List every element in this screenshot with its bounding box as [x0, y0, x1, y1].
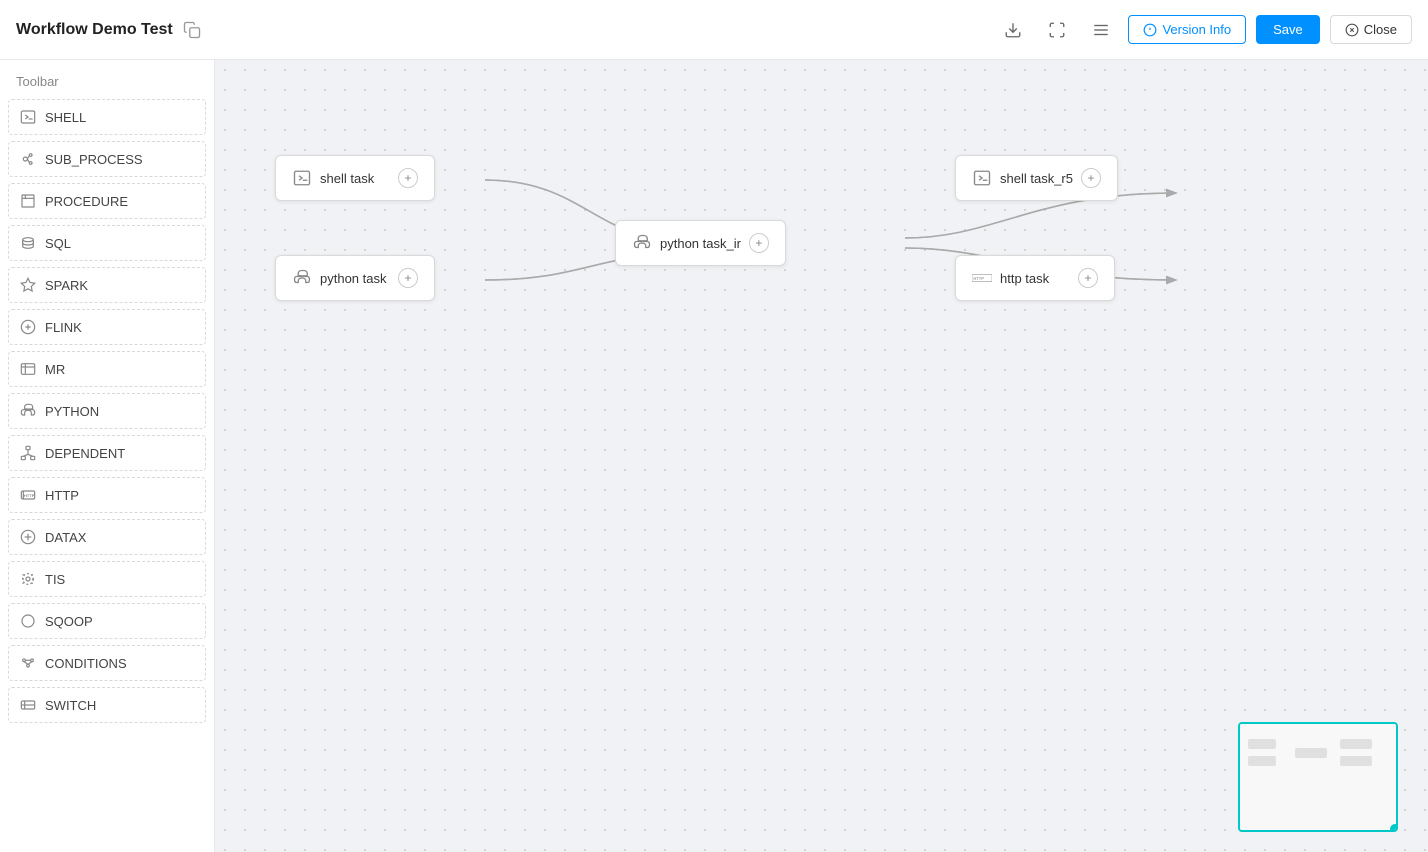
- version-info-button[interactable]: Version Info: [1128, 15, 1246, 44]
- download-button[interactable]: [996, 17, 1030, 43]
- sidebar-item-tis[interactable]: TIS: [8, 561, 206, 597]
- node-python-task[interactable]: python task +: [275, 255, 435, 301]
- sidebar-item-label-spark: SPARK: [45, 278, 88, 293]
- sqoop-icon: [19, 612, 37, 630]
- shell-task-r5-label: shell task_r5: [1000, 171, 1073, 186]
- workflow-title: Workflow Demo Test: [16, 21, 173, 39]
- tis-icon: [19, 570, 37, 588]
- sidebar-item-dependent[interactable]: DEPENDENT: [8, 435, 206, 471]
- sidebar-item-label-subprocess: SUB_PROCESS: [45, 152, 143, 167]
- sidebar-item-switch[interactable]: SWITCH: [8, 687, 206, 723]
- sidebar-item-http[interactable]: HTTP HTTP: [8, 477, 206, 513]
- sidebar-item-label-http: HTTP: [45, 488, 79, 503]
- header-left: Workflow Demo Test: [16, 21, 201, 39]
- sidebar-item-label-sql: SQL: [45, 236, 71, 251]
- sidebar-title: Toolbar: [8, 70, 206, 99]
- sidebar-item-label-dependent: DEPENDENT: [45, 446, 125, 461]
- python-task-icon: [292, 268, 312, 288]
- sidebar-item-label-python: PYTHON: [45, 404, 99, 419]
- node-python-task-ir[interactable]: python task_ir +: [615, 220, 786, 266]
- settings-button[interactable]: [1084, 17, 1118, 43]
- dependent-icon: [19, 444, 37, 462]
- conditions-icon: [19, 654, 37, 672]
- shell-task-add-btn[interactable]: +: [398, 168, 418, 188]
- python-icon: [19, 402, 37, 420]
- sidebar-item-conditions[interactable]: CONDITIONS: [8, 645, 206, 681]
- fullscreen-button[interactable]: [1040, 17, 1074, 43]
- svg-text:HTTP: HTTP: [973, 276, 984, 281]
- sidebar-item-label-procedure: PROCEDURE: [45, 194, 128, 209]
- sidebar-item-procedure[interactable]: PROCEDURE: [8, 183, 206, 219]
- http-task-label: http task: [1000, 271, 1070, 286]
- close-button[interactable]: Close: [1330, 15, 1412, 44]
- sidebar-item-python[interactable]: PYTHON: [8, 393, 206, 429]
- sidebar-item-mr[interactable]: MR: [8, 351, 206, 387]
- sidebar-item-sql[interactable]: SQL: [8, 225, 206, 261]
- sidebar-item-shell[interactable]: SHELL: [8, 99, 206, 135]
- header-right: Version Info Save Close: [996, 15, 1412, 44]
- flink-icon: [19, 318, 37, 336]
- sidebar-item-label-datax: DATAX: [45, 530, 86, 545]
- shell-task-r5-icon: [972, 168, 992, 188]
- sidebar-item-label-shell: SHELL: [45, 110, 86, 125]
- sidebar-item-label-mr: MR: [45, 362, 65, 377]
- header: Workflow Demo Test: [0, 0, 1428, 60]
- shell-task-label: shell task: [320, 171, 390, 186]
- python-task-label: python task: [320, 271, 390, 286]
- minimap: [1238, 722, 1398, 832]
- switch-icon: [19, 696, 37, 714]
- datax-icon: [19, 528, 37, 546]
- python-task-ir-add-btn[interactable]: +: [749, 233, 769, 253]
- sidebar: Toolbar SHELL SUB_PROCESS PROCEDURE: [0, 60, 215, 852]
- node-shell-task[interactable]: shell task +: [275, 155, 435, 201]
- sidebar-item-label-flink: FLINK: [45, 320, 82, 335]
- python-task-add-btn[interactable]: +: [398, 268, 418, 288]
- sidebar-item-flink[interactable]: FLINK: [8, 309, 206, 345]
- shell-task-icon: [292, 168, 312, 188]
- sidebar-item-label-tis: TIS: [45, 572, 65, 587]
- sidebar-item-spark[interactable]: SPARK: [8, 267, 206, 303]
- http-icon: HTTP: [19, 486, 37, 504]
- sidebar-item-label-switch: SWITCH: [45, 698, 96, 713]
- shell-task-r5-add-btn[interactable]: +: [1081, 168, 1101, 188]
- sql-icon: [19, 234, 37, 252]
- node-http-task[interactable]: HTTP http task +: [955, 255, 1115, 301]
- python-task-ir-label: python task_ir: [660, 236, 741, 251]
- save-button[interactable]: Save: [1256, 15, 1320, 44]
- minimap-inner: [1240, 724, 1396, 830]
- http-task-add-btn[interactable]: +: [1078, 268, 1098, 288]
- python-task-ir-icon: [632, 233, 652, 253]
- minimap-handle[interactable]: [1390, 824, 1398, 832]
- node-shell-task-r5[interactable]: shell task_r5 +: [955, 155, 1118, 201]
- procedure-icon: [19, 192, 37, 210]
- sidebar-item-sqoop[interactable]: SQOOP: [8, 603, 206, 639]
- mr-icon: [19, 360, 37, 378]
- copy-icon[interactable]: [183, 21, 201, 39]
- http-task-icon: HTTP: [972, 268, 992, 288]
- svg-text:HTTP: HTTP: [24, 493, 35, 498]
- workflow-canvas[interactable]: shell task + python task + python task_i…: [215, 60, 1428, 852]
- sidebar-item-label-conditions: CONDITIONS: [45, 656, 127, 671]
- main-layout: Toolbar SHELL SUB_PROCESS PROCEDURE: [0, 60, 1428, 852]
- spark-icon: [19, 276, 37, 294]
- sidebar-item-datax[interactable]: DATAX: [8, 519, 206, 555]
- subprocess-icon: [19, 150, 37, 168]
- sidebar-item-label-sqoop: SQOOP: [45, 614, 93, 629]
- shell-icon: [19, 108, 37, 126]
- sidebar-item-subprocess[interactable]: SUB_PROCESS: [8, 141, 206, 177]
